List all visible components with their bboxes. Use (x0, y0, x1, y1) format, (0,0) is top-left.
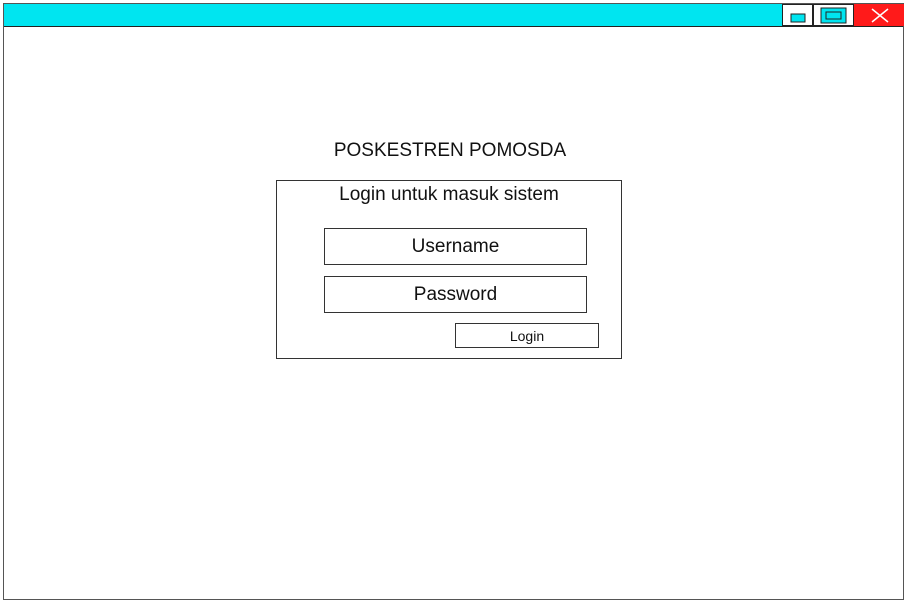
title-bar[interactable] (4, 4, 904, 27)
login-heading: Login untuk masuk sistem (339, 184, 559, 205)
close-icon (871, 8, 889, 23)
login-button[interactable]: Login (455, 323, 599, 348)
close-button[interactable] (854, 4, 904, 26)
maximize-icon (820, 7, 847, 24)
login-panel: Login untuk masuk sistem Login (276, 180, 622, 359)
minimize-icon (790, 13, 806, 23)
username-input[interactable] (324, 228, 587, 265)
password-input[interactable] (324, 276, 587, 313)
minimize-button[interactable] (782, 4, 813, 26)
maximize-button[interactable] (813, 4, 854, 26)
app-title: POSKESTREN POMOSDA (333, 140, 567, 161)
